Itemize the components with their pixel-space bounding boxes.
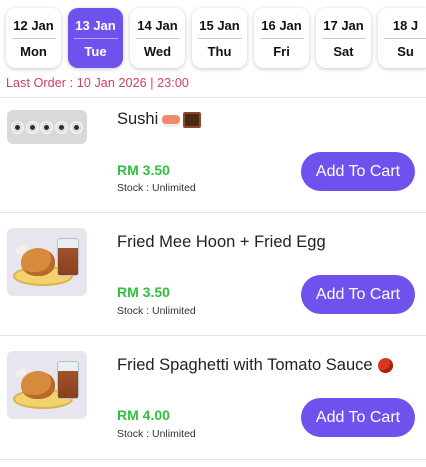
date-weekday: Wed <box>143 43 172 59</box>
date-day: 13 Jan <box>73 18 118 39</box>
date-day: 18 J <box>383 18 426 39</box>
date-weekday: Mon <box>20 43 47 59</box>
date-chip-16-jan[interactable]: 16 Jan Fri <box>254 8 309 68</box>
add-to-cart-button[interactable]: Add To Cart <box>301 275 415 314</box>
item-name-row: Fried Spaghetti with Tomato Sauce <box>117 356 393 375</box>
tomato-emoji-icon <box>377 358 393 374</box>
date-chip-12-jan[interactable]: 12 Jan Mon <box>6 8 61 68</box>
date-chip-15-jan[interactable]: 15 Jan Thu <box>192 8 247 68</box>
date-weekday: Thu <box>207 43 232 59</box>
date-weekday: Sat <box>333 43 354 59</box>
date-day: 12 Jan <box>11 18 56 39</box>
date-weekday: Su <box>397 43 414 59</box>
divider <box>0 335 426 336</box>
date-day: 16 Jan <box>259 18 304 39</box>
date-weekday: Fri <box>273 43 290 59</box>
date-weekday: Tue <box>84 43 107 59</box>
item-name-row: Sushi <box>117 110 202 129</box>
item-stock: Stock : Unlimited <box>117 182 196 194</box>
date-day: 14 Jan <box>135 18 180 39</box>
sushi-emoji-icon <box>162 115 181 125</box>
date-day: 15 Jan <box>197 18 242 39</box>
date-chip-13-jan[interactable]: 13 Jan Tue <box>68 8 123 68</box>
sushi-image <box>7 110 87 144</box>
date-day: 17 Jan <box>321 18 366 39</box>
item-name: Fried Mee Hoon + Fried Egg <box>117 233 326 251</box>
add-to-cart-button[interactable]: Add To Cart <box>301 398 415 437</box>
date-chip-18-jan[interactable]: 18 J Su <box>378 8 426 68</box>
fried-chicken-image <box>7 351 87 419</box>
item-stock: Stock : Unlimited <box>117 305 196 317</box>
item-price: RM 4.00 <box>117 407 170 423</box>
date-chip-17-jan[interactable]: 17 Jan Sat <box>316 8 371 68</box>
item-stock: Stock : Unlimited <box>117 428 196 440</box>
last-order-text: Last Order : 10 Jan 2026 | 23:00 <box>6 76 189 90</box>
item-name: Fried Spaghetti with Tomato Sauce <box>117 356 373 374</box>
divider <box>0 459 426 460</box>
divider <box>0 212 426 213</box>
date-selector: 12 Jan Mon 13 Jan Tue 14 Jan Wed 15 Jan … <box>0 0 426 76</box>
bento-emoji-icon <box>183 111 202 128</box>
date-chip-14-jan[interactable]: 14 Jan Wed <box>130 8 185 68</box>
add-to-cart-button[interactable]: Add To Cart <box>301 152 415 191</box>
item-price: RM 3.50 <box>117 284 170 300</box>
divider <box>0 97 426 98</box>
item-name: Sushi <box>117 110 159 128</box>
item-price: RM 3.50 <box>117 162 170 178</box>
fried-chicken-image <box>7 228 87 296</box>
